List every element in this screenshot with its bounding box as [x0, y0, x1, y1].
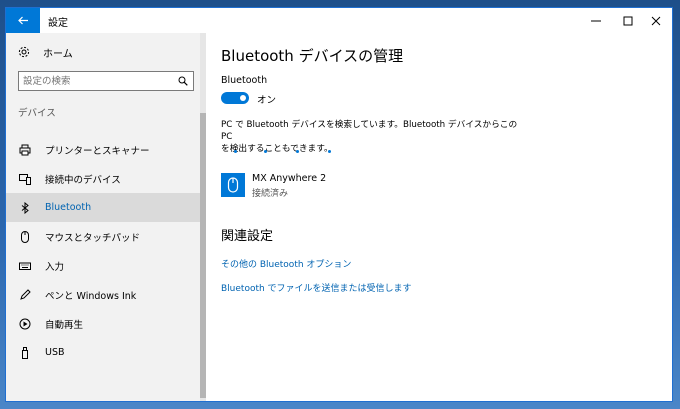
minimize-button[interactable] [580, 8, 612, 33]
toggle-state-label: オン [257, 95, 277, 106]
progress-dot [296, 150, 299, 153]
related-settings-heading: 関連設定 [221, 229, 274, 244]
printer-icon [19, 144, 31, 156]
home-label: ホーム [43, 48, 73, 60]
sidebar-item-usb[interactable]: USB [6, 338, 200, 367]
section-label: デバイス [18, 108, 56, 119]
title-bar: 設定 [6, 8, 672, 33]
sidebar-item-autoplay[interactable]: 自動再生 [6, 309, 200, 338]
pen-icon [19, 288, 31, 301]
device-name: MX Anywhere 2 [252, 173, 327, 184]
sidebar-item-label: 入力 [45, 261, 65, 273]
sidebar-item-mouse[interactable]: マウスとタッチパッド [6, 222, 200, 251]
sidebar-item-printers[interactable]: プリンターとスキャナー [6, 135, 200, 164]
main-content: Bluetooth デバイスの管理 Bluetooth オン PC で Blue… [206, 33, 672, 401]
sidebar-item-label: マウスとタッチパッド [45, 232, 141, 244]
maximize-icon [623, 16, 633, 25]
bluetooth-toggle[interactable] [221, 92, 249, 104]
sidebar-item-pen[interactable]: ペンと Windows Ink [6, 280, 200, 309]
bluetooth-setting-label: Bluetooth [221, 75, 268, 86]
sidebar-item-label: 接続中のデバイス [45, 174, 121, 186]
sidebar-item-label: 自動再生 [45, 319, 84, 331]
close-button[interactable] [640, 8, 672, 33]
search-box [18, 71, 194, 91]
autoplay-icon [19, 318, 31, 330]
mouse-icon [227, 177, 239, 193]
close-icon [651, 16, 661, 25]
link-more-bluetooth-options[interactable]: その他の Bluetooth オプション [221, 257, 351, 270]
keyboard-icon [19, 260, 31, 272]
bluetooth-icon [19, 201, 31, 214]
description-line-1: PC で Bluetooth デバイスを検索しています。Bluetooth デバ… [221, 120, 518, 142]
sidebar-item-connected-devices[interactable]: 接続中のデバイス [6, 164, 200, 193]
back-button[interactable] [6, 8, 40, 33]
description-line-2: を検出することもできます。 [221, 144, 333, 154]
sidebar-item-bluetooth[interactable]: Bluetooth [6, 193, 200, 222]
progress-dot [264, 150, 267, 153]
page-title: Bluetooth デバイスの管理 [221, 47, 404, 65]
settings-window: 設定 ホーム デバイス [6, 8, 672, 401]
sidebar-home[interactable]: ホーム [18, 42, 73, 62]
arrow-left-icon [17, 16, 28, 25]
device-status: 接続済み [252, 189, 289, 199]
search-button[interactable] [176, 74, 190, 88]
sidebar-item-label: USB [45, 347, 65, 358]
sidebar-item-label: プリンターとスキャナー [45, 145, 150, 157]
gear-icon [18, 46, 30, 58]
device-list-item[interactable]: MX Anywhere 2 接続済み [221, 173, 521, 203]
devices-icon [19, 173, 31, 185]
progress-dot [234, 150, 237, 153]
sidebar-item-label: ペンと Windows Ink [45, 290, 137, 302]
search-input[interactable] [23, 74, 173, 88]
sidebar-item-label: Bluetooth [45, 202, 92, 213]
sidebar: ホーム デバイス プリンターとスキャナー 接続中のデバイス [6, 33, 206, 401]
usb-icon [19, 346, 31, 359]
progress-dot [328, 150, 331, 153]
toggle-knob [240, 95, 246, 101]
search-icon [178, 76, 188, 86]
minimize-icon [591, 20, 601, 21]
sidebar-item-input[interactable]: 入力 [6, 251, 200, 280]
window-title: 設定 [48, 18, 68, 29]
device-icon [221, 173, 245, 197]
link-send-receive-files[interactable]: Bluetooth でファイルを送信または受信します [221, 281, 412, 294]
mouse-icon [19, 230, 31, 243]
